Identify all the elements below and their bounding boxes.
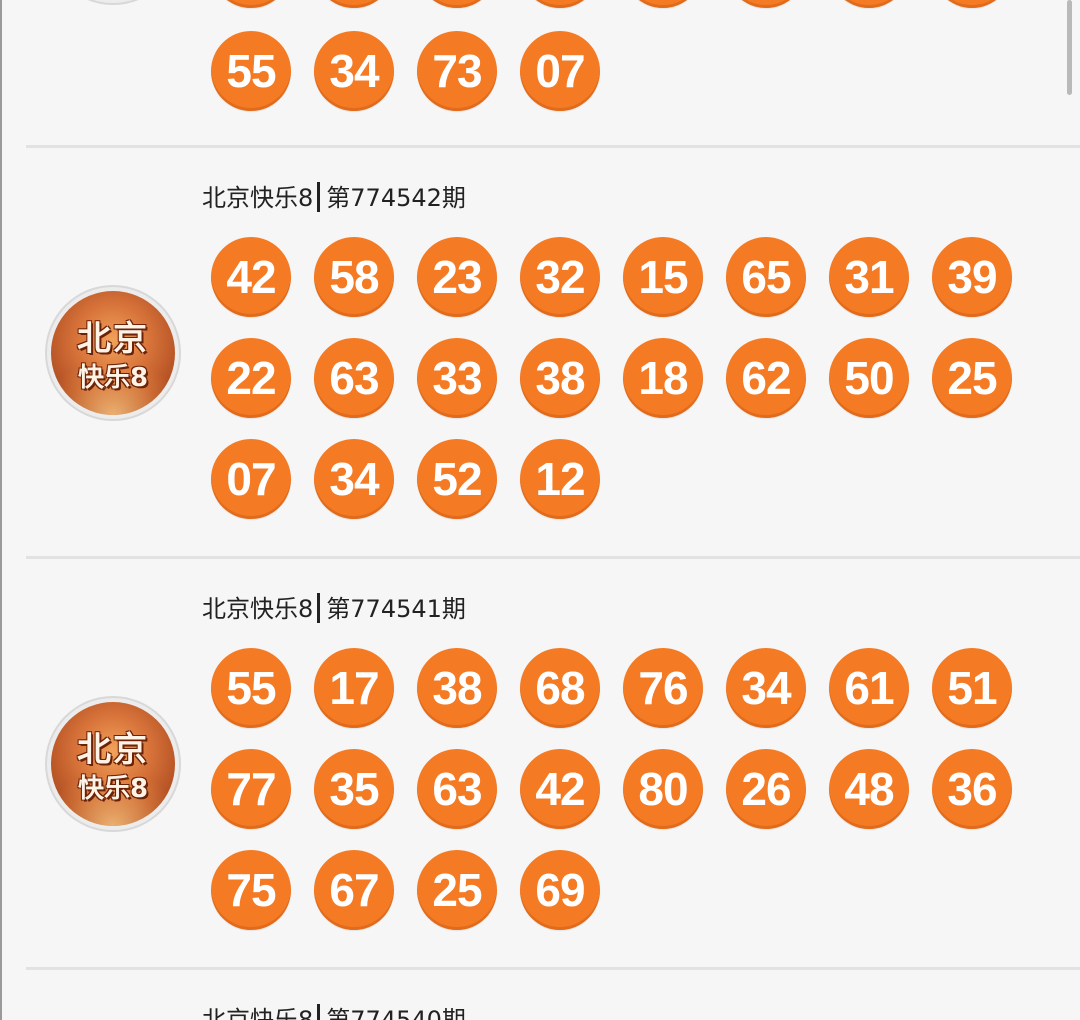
number-ball <box>417 0 497 8</box>
draw-title: 北京快乐8 第774541期 <box>202 589 466 624</box>
number-ball: 58 <box>314 237 394 317</box>
number-ball: 76 <box>623 648 703 728</box>
number-ball <box>829 0 909 8</box>
number-balls: 42 58 23 32 15 65 31 39 22 63 33 38 18 6… <box>211 237 1041 519</box>
number-ball: 23 <box>417 237 497 317</box>
number-ball: 42 <box>520 749 600 829</box>
number-ball: 51 <box>932 648 1012 728</box>
divider <box>26 145 1080 148</box>
number-ball <box>726 0 806 8</box>
number-ball: 12 <box>520 439 600 519</box>
number-ball: 69 <box>520 850 600 930</box>
draw-period: 第774540期 <box>326 1006 466 1020</box>
scrollbar[interactable] <box>1067 0 1072 95</box>
number-ball: 36 <box>932 749 1012 829</box>
number-ball: 80 <box>623 749 703 829</box>
draw-title: 北京快乐8 第774540期 <box>202 1000 466 1020</box>
window-edge <box>0 0 2 1020</box>
number-ball: 62 <box>726 338 806 418</box>
number-ball: 22 <box>211 338 291 418</box>
divider <box>26 556 1080 559</box>
number-ball: 73 <box>417 31 497 111</box>
number-ball: 48 <box>829 749 909 829</box>
lottery-logo-icon: 北京 快乐8 <box>51 702 175 826</box>
number-ball <box>520 0 600 8</box>
number-ball: 77 <box>211 749 291 829</box>
number-ball <box>932 0 1012 8</box>
number-ball: 34 <box>314 31 394 111</box>
number-balls: 55 34 73 07 <box>211 31 1041 111</box>
divider <box>26 967 1080 970</box>
number-ball: 25 <box>417 850 497 930</box>
number-ball: 38 <box>417 648 497 728</box>
draw-title: 北京快乐8 第774542期 <box>202 178 466 213</box>
number-ball: 63 <box>314 338 394 418</box>
number-ball: 07 <box>211 439 291 519</box>
number-ball: 52 <box>417 439 497 519</box>
number-ball: 61 <box>829 648 909 728</box>
number-balls-row-partial <box>211 0 1041 8</box>
number-ball: 68 <box>520 648 600 728</box>
number-ball: 39 <box>932 237 1012 317</box>
number-ball: 07 <box>520 31 600 111</box>
number-ball: 32 <box>520 237 600 317</box>
lottery-results-screen: 北京 快乐8 55 34 73 07 北京 <box>0 0 1080 1020</box>
lottery-name: 北京快乐8 <box>202 595 314 623</box>
number-ball: 63 <box>417 749 497 829</box>
draw-period: 第774541期 <box>326 595 466 623</box>
number-ball <box>623 0 703 8</box>
number-ball <box>211 0 291 8</box>
number-ball: 26 <box>726 749 806 829</box>
number-ball: 50 <box>829 338 909 418</box>
number-ball: 34 <box>314 439 394 519</box>
number-ball: 35 <box>314 749 394 829</box>
number-ball: 65 <box>726 237 806 317</box>
lottery-name: 北京快乐8 <box>202 1006 314 1020</box>
number-ball: 55 <box>211 648 291 728</box>
number-ball: 42 <box>211 237 291 317</box>
lottery-logo-icon: 北京 快乐8 <box>51 291 175 415</box>
number-ball: 55 <box>211 31 291 111</box>
number-ball: 34 <box>726 648 806 728</box>
number-ball: 25 <box>932 338 1012 418</box>
number-ball: 67 <box>314 850 394 930</box>
number-ball: 18 <box>623 338 703 418</box>
number-ball: 31 <box>829 237 909 317</box>
draw-period: 第774542期 <box>326 184 466 212</box>
number-ball: 33 <box>417 338 497 418</box>
number-ball: 17 <box>314 648 394 728</box>
number-ball: 38 <box>520 338 600 418</box>
number-ball: 15 <box>623 237 703 317</box>
number-ball: 75 <box>211 850 291 930</box>
lottery-name: 北京快乐8 <box>202 184 314 212</box>
number-ball <box>314 0 394 8</box>
number-balls: 55 17 38 68 76 34 61 51 77 35 63 42 80 2… <box>211 648 1041 930</box>
